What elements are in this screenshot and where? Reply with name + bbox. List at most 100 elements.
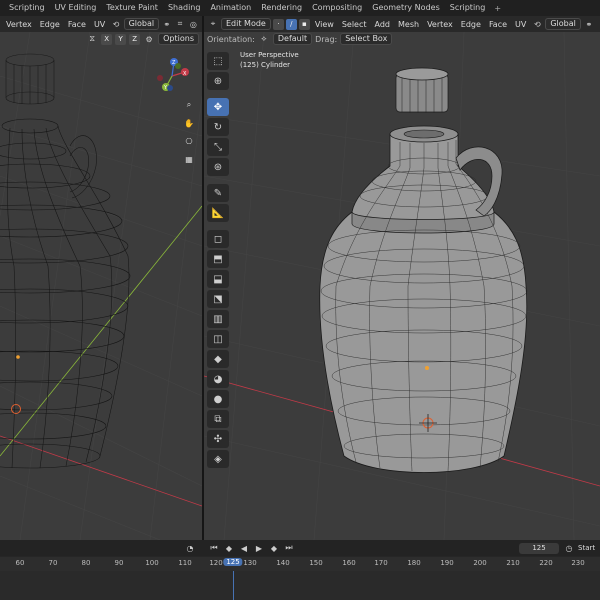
transform-orientation-right[interactable]: Global: [545, 18, 581, 30]
menu-view[interactable]: View: [312, 20, 337, 29]
transform-icon[interactable]: ⊛: [207, 158, 229, 176]
grid-view-icon[interactable]: ▦: [182, 152, 196, 166]
tick-60: 60: [15, 559, 25, 567]
tick-100: 100: [145, 559, 159, 567]
navigation-gizmo[interactable]: X Y Z: [152, 54, 192, 94]
tab-geometry-nodes[interactable]: Geometry Nodes: [367, 0, 444, 16]
orientation-gizmo-icon: ⟡: [261, 34, 267, 43]
poly-build-icon[interactable]: ◆: [207, 350, 229, 368]
left-viewport-header: Vertex Edge Face UV ⟲ Global ⚭ ⌗ ◎: [0, 16, 202, 32]
menu-face[interactable]: Face: [486, 20, 510, 29]
axis-x-toggle[interactable]: X: [101, 33, 113, 45]
view-name: User Perspective: [240, 51, 299, 59]
right-viewport[interactable]: ⌖ Edit Mode · / ▪ View Select Add Mesh V…: [204, 16, 600, 540]
select-box-icon[interactable]: ⬚: [207, 52, 229, 70]
menu-edge[interactable]: Edge: [458, 20, 484, 29]
tab-scripting-2[interactable]: Scripting: [445, 0, 491, 16]
extrude-icon[interactable]: ⬒: [207, 250, 229, 268]
knife-icon[interactable]: ◫: [207, 330, 229, 348]
jump-start-icon[interactable]: ⏮: [208, 542, 220, 554]
scale-icon[interactable]: ⤡: [207, 138, 229, 156]
pan-hand-icon[interactable]: ✋: [182, 116, 196, 130]
transform-orientation-left[interactable]: Global: [123, 18, 160, 30]
right-viewport-header: ⌖ Edit Mode · / ▪ View Select Add Mesh V…: [204, 16, 600, 32]
orientation-icon-left: ⟲: [112, 19, 120, 29]
mode-dropdown[interactable]: Edit Mode: [221, 18, 271, 30]
menu-edge-left[interactable]: Edge: [37, 20, 63, 29]
pivot-icon-left[interactable]: ⚭: [161, 18, 172, 30]
current-frame-indicator[interactable]: 125: [223, 558, 243, 566]
tab-uv-editing[interactable]: UV Editing: [50, 0, 102, 16]
current-frame-field[interactable]: 125: [519, 543, 559, 554]
timeline-track[interactable]: [0, 571, 600, 600]
timeline-ruler[interactable]: 60 70 80 90 100 110 120 130 140 150 160 …: [0, 557, 600, 571]
tick-230: 230: [571, 559, 585, 567]
playhead[interactable]: [233, 571, 234, 600]
3d-cursor-left: [11, 404, 21, 414]
tab-texture-paint[interactable]: Texture Paint: [101, 0, 163, 16]
inset-icon[interactable]: ⬓: [207, 270, 229, 288]
rip-icon[interactable]: ◈: [207, 450, 229, 468]
editor-type-icon[interactable]: ⌖: [207, 18, 219, 30]
vertex-select-icon[interactable]: ·: [272, 18, 284, 30]
snap-icon-left[interactable]: ⌗: [174, 18, 185, 30]
move-icon[interactable]: ✥: [207, 98, 229, 116]
next-keyframe-icon[interactable]: ◆: [268, 542, 280, 554]
wireframe-cap: [5, 53, 55, 105]
menu-uv[interactable]: UV: [512, 20, 529, 29]
keying-icon[interactable]: ◔: [184, 542, 196, 554]
tab-scripting[interactable]: Scripting: [4, 0, 50, 16]
cursor-icon[interactable]: ⊕: [207, 72, 229, 90]
annotate-icon[interactable]: ✎: [207, 184, 229, 202]
orientation-dropdown[interactable]: Default: [272, 33, 313, 45]
add-workspace-button[interactable]: +: [490, 4, 505, 13]
measure-icon[interactable]: 📐: [207, 204, 229, 222]
menu-face-left[interactable]: Face: [65, 20, 89, 29]
tab-rendering[interactable]: Rendering: [256, 0, 307, 16]
axis-y-toggle[interactable]: Y: [115, 33, 127, 45]
shear-icon[interactable]: ✣: [207, 430, 229, 448]
smooth-icon[interactable]: ●: [207, 390, 229, 408]
rotate-icon[interactable]: ↻: [207, 118, 229, 136]
y-axis-line: [0, 205, 202, 457]
jump-end-icon[interactable]: ⏭: [283, 542, 295, 554]
proportional-icon-left[interactable]: ◎: [188, 18, 199, 30]
tick-170: 170: [374, 559, 388, 567]
drag-dropdown[interactable]: Select Box: [340, 33, 393, 45]
tick-200: 200: [473, 559, 487, 567]
zoom-icon[interactable]: ⌕: [182, 98, 196, 112]
camera-icon[interactable]: ⎔: [182, 134, 196, 148]
tick-70: 70: [48, 559, 58, 567]
add-cube-icon[interactable]: ◻: [207, 230, 229, 248]
left-viewport[interactable]: Vertex Edge Face UV ⟲ Global ⚭ ⌗ ◎ ⧖ X Y…: [0, 16, 202, 540]
tools-icon[interactable]: ⚙: [143, 33, 155, 45]
tab-compositing[interactable]: Compositing: [307, 0, 367, 16]
menu-vertex-left[interactable]: Vertex: [3, 20, 35, 29]
play-reverse-icon[interactable]: ◀: [238, 542, 250, 554]
origin-dot: [16, 355, 20, 359]
tick-160: 160: [342, 559, 356, 567]
tick-120: 120: [209, 559, 223, 567]
play-icon[interactable]: ▶: [253, 542, 265, 554]
axis-z-toggle[interactable]: Z: [129, 33, 141, 45]
shrink-fatten-icon[interactable]: ⧉: [207, 410, 229, 428]
menu-uv-left[interactable]: UV: [91, 20, 108, 29]
menu-vertex[interactable]: Vertex: [424, 20, 456, 29]
prev-keyframe-icon[interactable]: ◆: [223, 542, 235, 554]
options-dropdown[interactable]: Options: [158, 33, 199, 45]
tab-animation[interactable]: Animation: [205, 0, 256, 16]
start-label[interactable]: Start: [578, 543, 595, 554]
edge-select-icon[interactable]: /: [285, 18, 297, 30]
pivot-icon-right[interactable]: ⚭: [583, 18, 595, 30]
face-select-icon[interactable]: ▪: [298, 18, 310, 30]
clock-icon[interactable]: ◷: [563, 542, 575, 554]
menu-add[interactable]: Add: [372, 20, 394, 29]
menu-select[interactable]: Select: [339, 20, 370, 29]
tick-180: 180: [407, 559, 421, 567]
origin-dot-right: [425, 366, 429, 370]
spin-icon[interactable]: ◕: [207, 370, 229, 388]
menu-mesh[interactable]: Mesh: [395, 20, 422, 29]
loop-cut-icon[interactable]: ▥: [207, 310, 229, 328]
bevel-icon[interactable]: ⬔: [207, 290, 229, 308]
tab-shading[interactable]: Shading: [163, 0, 206, 16]
